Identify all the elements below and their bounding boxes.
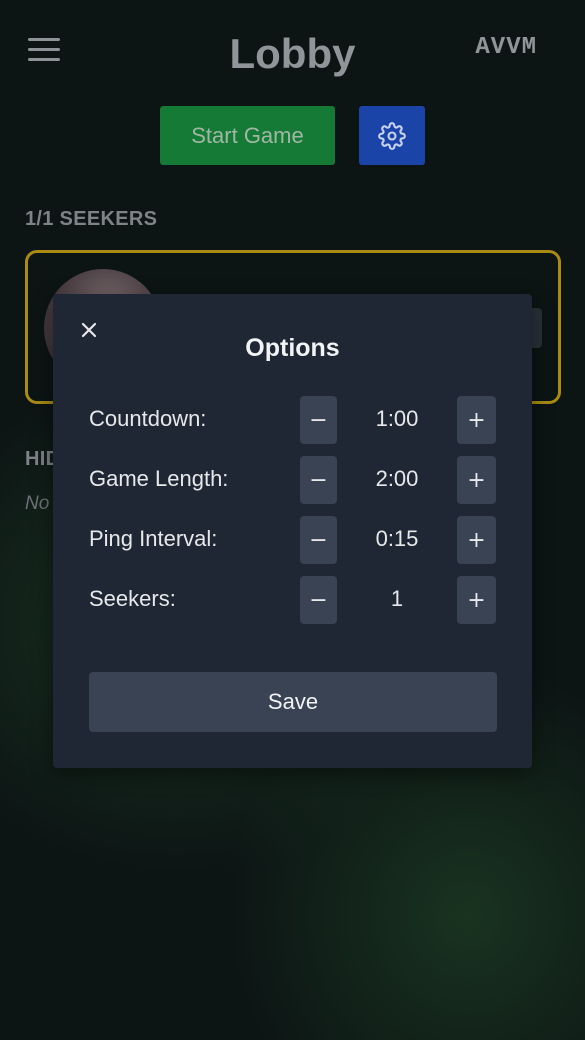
ping-interval-decrement-button[interactable]: − bbox=[300, 516, 337, 564]
option-label: Seekers: bbox=[89, 586, 176, 611]
save-button[interactable]: Save bbox=[89, 672, 497, 732]
lobby-code: AVVM bbox=[475, 34, 537, 61]
start-game-button[interactable]: Start Game bbox=[160, 106, 335, 165]
seekers-increment-button[interactable]: + bbox=[457, 576, 496, 624]
gear-icon bbox=[378, 121, 406, 150]
option-label: Countdown: bbox=[89, 406, 207, 431]
option-row-ping-interval: Ping Interval: − 0:15 + bbox=[89, 514, 497, 564]
seekers-decrement-button[interactable]: − bbox=[300, 576, 337, 624]
modal-title: Options bbox=[245, 334, 340, 362]
option-value: 1 bbox=[390, 586, 404, 611]
option-label: Game Length: bbox=[89, 466, 229, 491]
option-value: 1:00 bbox=[375, 406, 419, 431]
game-length-increment-button[interactable]: + bbox=[457, 456, 496, 504]
options-modal: Options Countdown: − 1:00 + Game Length:… bbox=[53, 294, 532, 768]
countdown-decrement-button[interactable]: − bbox=[300, 396, 337, 444]
option-row-countdown: Countdown: − 1:00 + bbox=[89, 394, 497, 444]
ping-interval-increment-button[interactable]: + bbox=[457, 516, 496, 564]
countdown-increment-button[interactable]: + bbox=[457, 396, 496, 444]
seekers-heading: 1/1 SEEKERS bbox=[25, 208, 158, 230]
option-row-game-length: Game Length: − 2:00 + bbox=[89, 454, 497, 504]
option-value: 0:15 bbox=[375, 526, 419, 551]
option-label: Ping Interval: bbox=[89, 526, 218, 551]
game-length-decrement-button[interactable]: − bbox=[300, 456, 337, 504]
option-value: 2:00 bbox=[375, 466, 419, 491]
settings-button[interactable] bbox=[359, 106, 425, 165]
option-row-seekers: Seekers: − 1 + bbox=[89, 574, 497, 624]
